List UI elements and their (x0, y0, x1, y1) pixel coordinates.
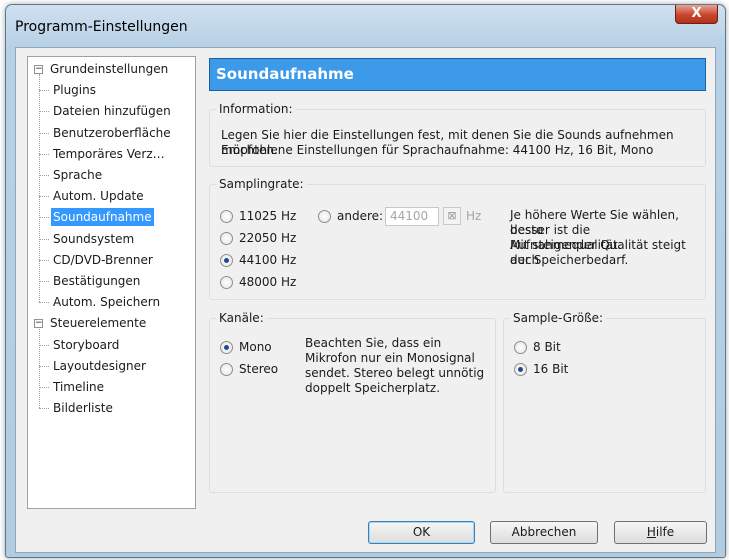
tree-connector (39, 408, 49, 410)
tree-item[interactable]: Soundsystem (51, 230, 136, 248)
tree-connector (39, 111, 49, 113)
tree-item[interactable]: Benutzeroberfläche (51, 124, 173, 142)
size-16bit-label[interactable]: 16 Bit (533, 362, 568, 377)
rate-other-label[interactable]: andere: (337, 209, 383, 224)
help-button[interactable]: Hilfe (614, 521, 707, 544)
channels-note-line2: Mikrofon nur ein Monosignal (305, 351, 475, 365)
rate-11025-radio[interactable] (220, 210, 233, 223)
tree-item[interactable]: Autom. Speichern (51, 293, 162, 311)
information-group: Information: Legen Sie hier die Einstell… (209, 102, 706, 167)
size-8bit-radio[interactable] (514, 341, 527, 354)
tree-item[interactable]: Plugins (51, 81, 98, 99)
tree-group-label[interactable]: Steuerelemente (48, 314, 148, 332)
channel-mono-label[interactable]: Mono (239, 340, 272, 355)
window-title: Programm-Einstellungen (15, 19, 188, 35)
samplingrate-note-line4: der Speicherbedarf. (510, 253, 629, 267)
rate-other-unit: Hz (466, 209, 482, 223)
channels-note-line3: sendet. Stereo belegt unnötig (305, 366, 485, 380)
help-mnemonic: H (646, 525, 656, 539)
channel-stereo-radio[interactable] (220, 363, 233, 376)
tree-collapse-icon[interactable]: − (34, 319, 43, 329)
tree-connector (39, 365, 49, 367)
rate-44100-radio[interactable] (220, 254, 233, 267)
samplingrate-group: Samplingrate: 11025 Hz 22050 Hz 44100 Hz… (209, 177, 706, 300)
channel-stereo-label[interactable]: Stereo (239, 362, 278, 377)
tree-connector (39, 196, 49, 198)
tree-item[interactable]: Layoutdesigner (51, 357, 148, 375)
tree-connector (39, 344, 49, 346)
tree-item[interactable]: Timeline (51, 378, 106, 396)
channels-note-line4: doppelt Speicherplatz. (305, 381, 441, 395)
channels-group: Kanäle: Mono Stereo Beachten Sie, dass e… (209, 311, 496, 493)
tree-connector (39, 387, 49, 388)
size-16bit-radio[interactable] (514, 363, 527, 376)
tree-item[interactable]: Soundaufnahme (51, 208, 154, 227)
channel-mono-radio[interactable] (220, 341, 233, 354)
calculator-icon[interactable]: ⊠ (443, 207, 461, 225)
help-label-rest: ilfe (655, 525, 675, 539)
tree-connector (39, 328, 40, 409)
sample-size-group: Sample-Größe: 8 Bit 16 Bit (503, 311, 706, 493)
close-button[interactable]: X (675, 5, 718, 24)
rate-44100-label[interactable]: 44100 Hz (239, 253, 296, 268)
sample-size-legend: Sample-Größe: (510, 311, 607, 325)
tree-connector (39, 281, 49, 282)
tree-item[interactable]: Bestätigungen (51, 272, 142, 290)
tree-connector (39, 217, 49, 219)
settings-dialog: Programm-Einstellungen X − Grundeinstellu… (5, 4, 726, 558)
channels-legend: Kanäle: (216, 311, 267, 325)
ok-button[interactable]: OK (368, 521, 475, 544)
size-8bit-label[interactable]: 8 Bit (533, 340, 561, 355)
information-legend: Information: (216, 102, 296, 116)
dialog-client-area: − Grundeinstellungen Plugins Dateien hinzuf… (15, 47, 716, 553)
cancel-button[interactable]: Abbrechen (490, 521, 598, 544)
tree-item[interactable]: Sprache (51, 166, 104, 184)
information-text-line2: Empfohlene Einstellungen für Sprachaufna… (221, 143, 654, 157)
rate-11025-label[interactable]: 11025 Hz (239, 209, 296, 224)
tree-item[interactable]: Autom. Update (51, 187, 146, 205)
rate-other-radio[interactable] (318, 210, 331, 223)
tree-connector (39, 74, 40, 303)
title-bar[interactable]: Programm-Einstellungen X (6, 5, 725, 45)
close-icon: X (691, 6, 702, 21)
tree-collapse-icon[interactable]: − (34, 65, 43, 74)
tree-connector (39, 302, 49, 304)
settings-tree[interactable]: − Grundeinstellungen Plugins Dateien hinzuf… (27, 56, 196, 509)
panel-header: Soundaufnahme (209, 58, 706, 91)
tree-connector (39, 132, 49, 134)
tree-item[interactable]: CD/DVD-Brenner (51, 251, 155, 269)
rate-48000-radio[interactable] (220, 276, 233, 289)
rate-48000-label[interactable]: 48000 Hz (239, 275, 296, 290)
tree-item[interactable]: Temporäres Verz… (51, 145, 167, 163)
tree-item[interactable]: Bilderliste (51, 399, 115, 417)
tree-connector (39, 90, 49, 92)
samplingrate-legend: Samplingrate: (216, 177, 307, 191)
tree-item[interactable]: Dateien hinzufügen (51, 102, 173, 120)
tree-item[interactable]: Storyboard (51, 336, 121, 354)
rate-22050-label[interactable]: 22050 Hz (239, 231, 296, 246)
tree-connector (39, 259, 49, 261)
tree-connector (39, 153, 49, 155)
channels-note-line1: Beachten Sie, dass ein (305, 336, 442, 350)
tree-connector (39, 238, 49, 240)
rate-other-input[interactable]: 44100 (385, 207, 439, 226)
rate-22050-radio[interactable] (220, 232, 233, 245)
tree-connector (39, 175, 49, 176)
tree-group-label[interactable]: Grundeinstellungen (48, 60, 170, 78)
